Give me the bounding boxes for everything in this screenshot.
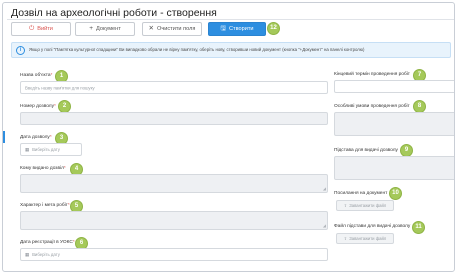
upload-icon: ⇧ [343, 203, 348, 208]
plus-icon: + [89, 25, 93, 32]
info-text: Якщо у полі "Пам'ятка культурної спадщин… [29, 46, 365, 52]
upload-grounds-file-label: Завантажити файл [349, 236, 387, 241]
title-divider [7, 19, 454, 20]
page-title: Дозвіл на археологічні роботи - створенн… [11, 7, 217, 19]
special-conditions-label: Особливі умови проведення робіт [334, 104, 410, 109]
callout-badge: 11 [412, 221, 425, 234]
registration-date-picker[interactable]: ▦ Виберіть дату [20, 248, 328, 261]
create-button[interactable]: 🖫 Створити [208, 22, 266, 36]
info-icon: i [16, 46, 25, 55]
resize-handle-icon[interactable]: ◢ [323, 223, 326, 228]
add-document-button[interactable]: + Документ [75, 22, 135, 36]
upload-document-button[interactable]: ⇧ Завантажити файл [336, 200, 394, 211]
end-date-label: Кінцевий термін проведення робіт [334, 72, 410, 77]
grounds-textarea[interactable] [334, 156, 454, 180]
object-name-label: Назва об'єкта* [20, 73, 53, 78]
callout-badge: 12 [267, 22, 280, 35]
info-banner: i Якщо у полі "Пам'ятка культурної спадщ… [11, 42, 451, 58]
grounds-file-label: Файл підстави для видачі дозволу [334, 224, 411, 229]
permit-date-label: Дата дозволу* [20, 135, 52, 140]
end-date-input[interactable] [334, 80, 454, 93]
work-nature-label: Характер і мета робіт* [20, 203, 70, 208]
grounds-label: Підстава для видачі дозволу [334, 148, 398, 153]
work-nature-textarea[interactable]: ◢ [20, 211, 328, 230]
document-link-label: Посилання на документ [334, 191, 388, 196]
upload-icon: ⇧ [343, 236, 348, 241]
exit-button[interactable]: ⏻ Вийти [11, 22, 71, 36]
clear-fields-label: Очистити поля [157, 26, 196, 32]
save-icon: 🖫 [220, 25, 226, 32]
upload-document-label: Завантажити файл [349, 203, 387, 208]
active-section-marker [3, 131, 5, 143]
permit-number-input[interactable] [20, 112, 328, 125]
issued-to-label: Кому видано дозвіл* [20, 166, 66, 171]
exit-button-label: Вийти [37, 26, 53, 32]
permit-number-label: Номер дозволу* [20, 104, 56, 109]
callout-badge: 10 [389, 187, 402, 200]
create-button-label: Створити [229, 26, 254, 32]
object-name-input[interactable]: Введіть назву пам'ятки для пошуку [20, 81, 328, 94]
upload-grounds-file-button[interactable]: ⇧ Завантажити файл [336, 233, 394, 244]
power-icon: ⏻ [29, 25, 35, 32]
issued-to-textarea[interactable]: ◢ [20, 174, 328, 193]
permit-date-picker[interactable]: ▦ Виберіть дату [20, 143, 82, 156]
registration-date-placeholder: Виберіть дату [32, 251, 60, 257]
permit-date-placeholder: Виберіть дату [32, 146, 60, 152]
calendar-icon: ▦ [25, 146, 30, 152]
add-document-label: Документ [95, 26, 121, 32]
registration-date-label: Дата реєстрації в УОКС* [20, 240, 75, 245]
clear-fields-button[interactable]: ✕ Очистити поля [142, 22, 202, 36]
resize-handle-icon[interactable]: ◢ [323, 186, 326, 191]
object-name-placeholder: Введіть назву пам'ятки для пошуку [25, 85, 95, 90]
calendar-icon: ▦ [25, 251, 30, 257]
special-conditions-textarea[interactable] [334, 112, 454, 136]
x-icon: ✕ [148, 25, 154, 32]
form-window: Дозвіл на археологічні роботи - створенн… [2, 2, 455, 272]
